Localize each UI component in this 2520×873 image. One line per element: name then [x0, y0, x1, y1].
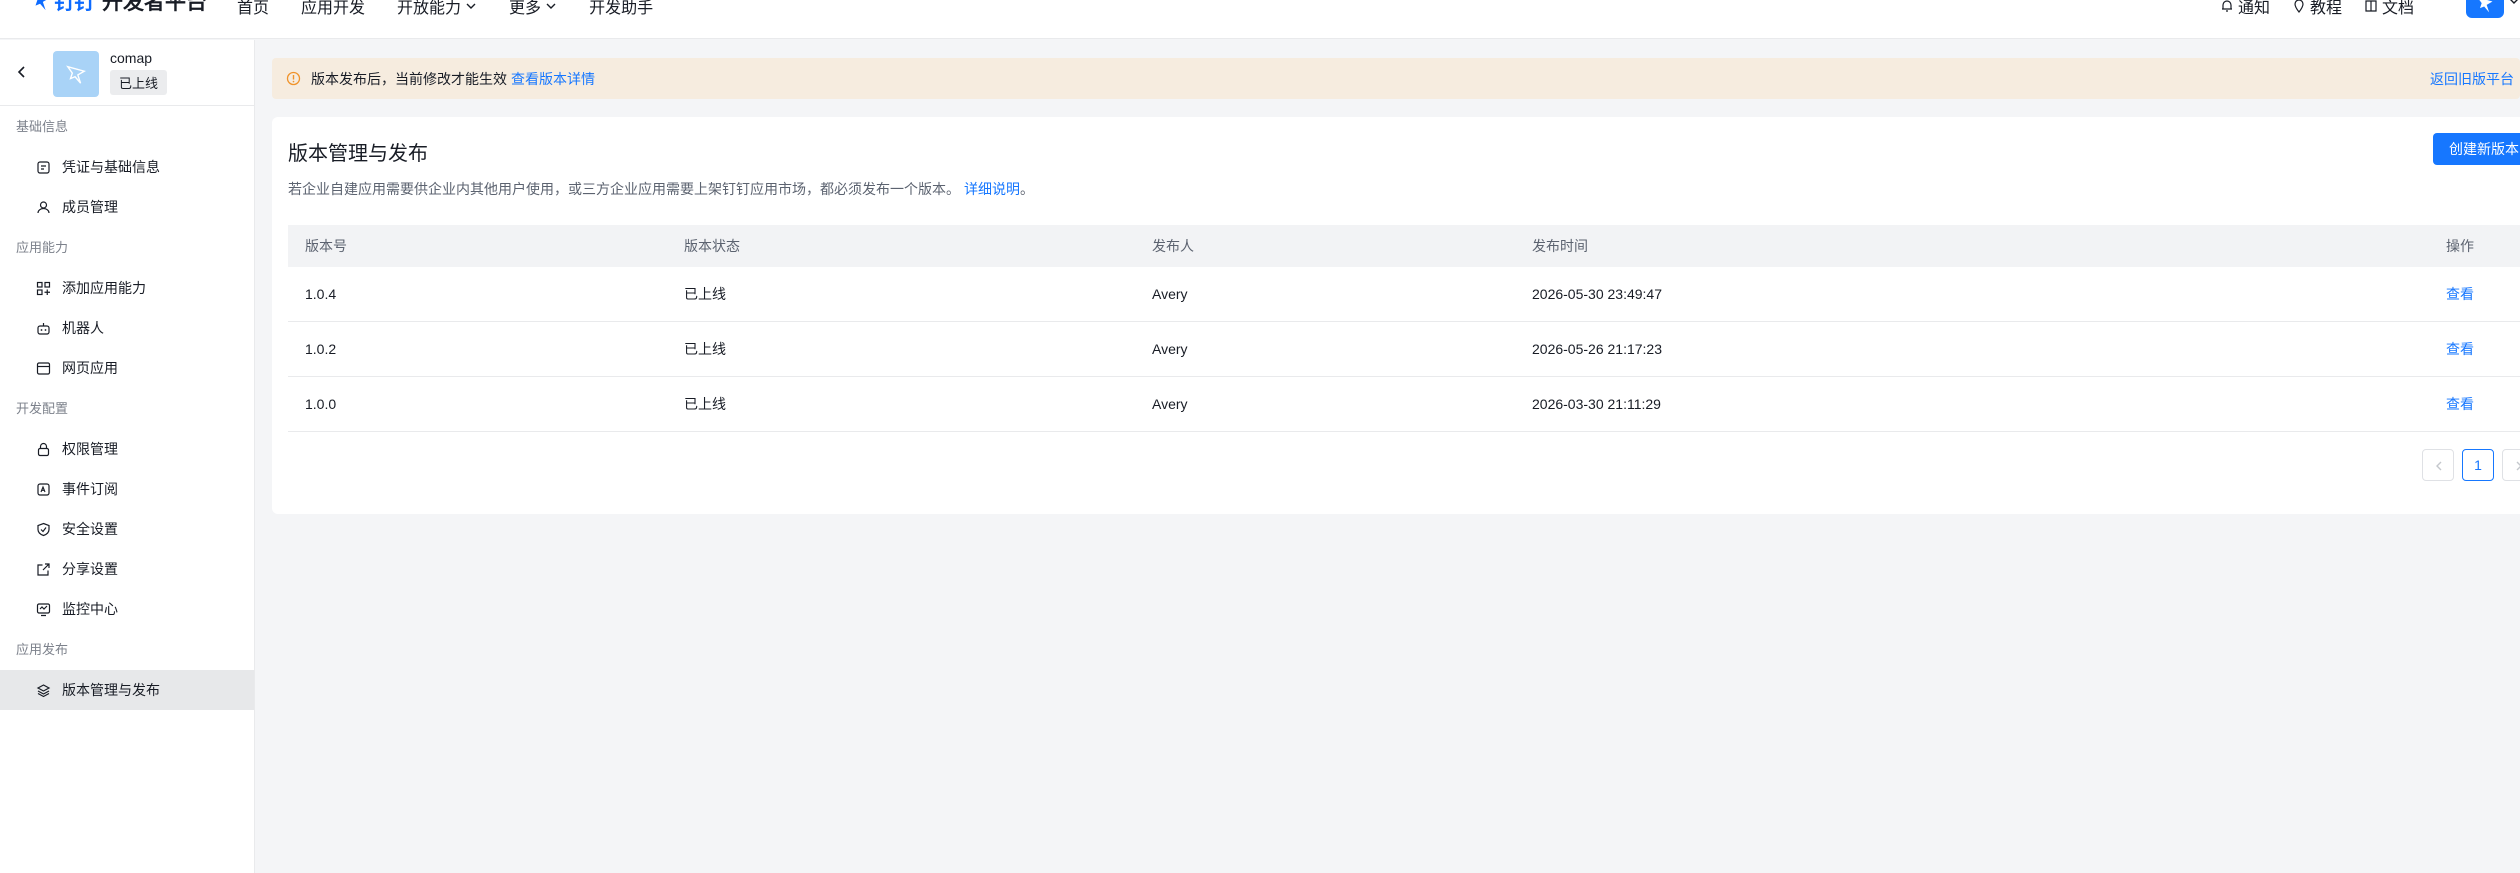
dingtalk-logo[interactable]: 钉钉 开发者平台 — [30, 0, 207, 14]
table-row: 1.0.0 已上线 Avery 2026-03-30 21:11:29 查看 — [288, 377, 2520, 432]
nav-open-capabilities[interactable]: 开放能力 — [397, 0, 477, 18]
app-header: comap 已上线 — [0, 40, 254, 106]
chevron-down-icon — [546, 3, 556, 9]
nav-more[interactable]: 更多 — [509, 0, 557, 18]
lock-icon — [37, 442, 50, 456]
page-title: 版本管理与发布 — [288, 143, 428, 165]
section-basic-info: 基础信息 — [16, 119, 69, 134]
page-description: 若企业自建应用需要供企业内其他用户使用，或三方企业应用需要上架钉钉应用市场，都必… — [288, 181, 1034, 197]
shield-icon — [37, 522, 50, 536]
layers-icon — [36, 683, 51, 697]
nav-home[interactable]: 首页 — [237, 0, 269, 18]
sidebar: comap 已上线 基础信息 凭证与基础信息 成员管理 应用能力 添加应用能力 … — [0, 40, 255, 873]
sidebar-item-members[interactable]: 成员管理 — [0, 187, 254, 227]
notify-link[interactable]: 通知 — [2220, 0, 2270, 18]
view-link[interactable]: 查看 — [2446, 322, 2474, 377]
nav-app-dev[interactable]: 应用开发 — [301, 0, 365, 18]
column-publisher: 发布人 — [1152, 238, 1194, 254]
docs-link[interactable]: 文档 — [2364, 0, 2414, 18]
user-icon — [37, 200, 50, 213]
version-cell: 1.0.4 — [305, 286, 337, 302]
prev-page-button[interactable] — [2422, 449, 2454, 481]
time-cell: 2026-05-30 23:49:47 — [1532, 286, 1662, 302]
publisher-cell: Avery — [1152, 396, 1188, 412]
view-link[interactable]: 查看 — [2446, 267, 2474, 322]
publisher-cell: Avery — [1152, 341, 1188, 357]
sidebar-item-credentials[interactable]: 凭证与基础信息 — [0, 147, 254, 187]
chevron-down-icon[interactable] — [2508, 0, 2520, 7]
banner-text: 版本发布后，当前修改才能生效 — [311, 70, 507, 87]
version-card: 版本管理与发布 创建新版本 若企业自建应用需要供企业内其他用户使用，或三方企业应… — [272, 117, 2520, 514]
status-cell: 已上线 — [684, 396, 726, 412]
section-app-release: 应用发布 — [16, 642, 69, 657]
event-icon — [37, 482, 50, 496]
status-cell: 已上线 — [684, 341, 726, 357]
chevron-down-icon — [466, 3, 476, 9]
column-version: 版本号 — [305, 238, 347, 254]
app-thumbnail — [53, 51, 99, 97]
time-cell: 2026-03-30 21:11:29 — [1532, 396, 1661, 412]
nav-dev-assistant[interactable]: 开发助手 — [589, 0, 653, 18]
main-nav: 首页 应用开发 开放能力 更多 开发助手 — [237, 0, 685, 18]
location-pin-icon — [2294, 0, 2304, 13]
view-link[interactable]: 查看 — [2446, 377, 2474, 432]
app-status-badge: 已上线 — [110, 70, 168, 95]
status-cell: 已上线 — [684, 286, 726, 302]
column-status: 版本状态 — [684, 238, 740, 254]
dingtalk-avatar-icon — [2479, 0, 2493, 13]
table-row: 1.0.4 已上线 Avery 2026-05-30 23:49:47 查看 — [288, 267, 2520, 322]
next-page-button[interactable] — [2502, 449, 2520, 481]
column-action: 操作 — [2446, 238, 2474, 254]
pagination: 1 — [2422, 449, 2520, 481]
publisher-cell: Avery — [1152, 286, 1188, 302]
sidebar-item-permissions[interactable]: 权限管理 — [0, 429, 254, 469]
warning-icon — [286, 71, 301, 86]
credential-icon — [37, 160, 50, 174]
monitor-icon — [36, 602, 51, 616]
page-number[interactable]: 1 — [2462, 449, 2494, 481]
table-header: 版本号 版本状态 发布人 发布时间 操作 — [288, 225, 2520, 267]
chevron-right-icon — [2516, 461, 2520, 471]
bell-icon — [2221, 0, 2232, 12]
right-nav: 通知 教程 文档 — [2198, 0, 2520, 18]
tutorial-link[interactable]: 教程 — [2292, 0, 2342, 18]
logo-title: 开发者平台 — [102, 0, 207, 14]
section-app-capabilities: 应用能力 — [16, 240, 69, 255]
sidebar-item-add-capability[interactable]: 添加应用能力 — [0, 268, 254, 308]
column-time: 发布时间 — [1532, 238, 1588, 254]
notice-banner: 版本发布后，当前修改才能生效 查看版本详情 返回旧版平台 — [272, 58, 2520, 99]
details-link[interactable]: 详细说明 — [964, 181, 1020, 197]
table-row: 1.0.2 已上线 Avery 2026-05-26 21:17:23 查看 — [288, 322, 2520, 377]
book-icon — [2365, 0, 2377, 12]
chevron-left-icon — [2436, 461, 2442, 471]
user-avatar[interactable] — [2466, 0, 2504, 18]
browser-icon — [36, 361, 51, 375]
create-version-button[interactable]: 创建新版本 — [2433, 133, 2520, 165]
version-cell: 1.0.0 — [305, 396, 337, 412]
sidebar-item-event-subscription[interactable]: 事件订阅 — [0, 469, 254, 509]
sidebar-item-robot[interactable]: 机器人 — [0, 308, 254, 348]
share-icon — [37, 562, 50, 576]
robot-icon — [37, 322, 50, 335]
sidebar-item-version-release[interactable]: 版本管理与发布 — [0, 670, 254, 710]
sidebar-item-monitoring[interactable]: 监控中心 — [0, 589, 254, 629]
dingtalk-logo-icon — [35, 0, 47, 11]
top-navbar: 钉钉 开发者平台 首页 应用开发 开放能力 更多 开发助手 通知 教程 文档 — [0, 0, 2520, 39]
sidebar-item-web-app[interactable]: 网页应用 — [0, 348, 254, 388]
time-cell: 2026-05-26 21:17:23 — [1532, 341, 1662, 357]
version-cell: 1.0.2 — [305, 341, 337, 357]
section-dev-config: 开发配置 — [16, 401, 69, 416]
view-version-details-link[interactable]: 查看版本详情 — [511, 69, 595, 89]
grid-plus-icon — [36, 281, 51, 295]
return-old-platform-link[interactable]: 返回旧版平台 — [2430, 69, 2514, 89]
app-name: comap — [110, 50, 153, 66]
sidebar-item-share[interactable]: 分享设置 — [0, 549, 254, 589]
app-logo-icon — [66, 65, 87, 84]
version-table: 版本号 版本状态 发布人 发布时间 操作 1.0.4 已上线 Avery 202… — [288, 225, 2520, 432]
sidebar-item-security[interactable]: 安全设置 — [0, 509, 254, 549]
logo-brand: 钉钉 — [54, 0, 95, 14]
chevron-left-icon[interactable] — [14, 64, 30, 80]
